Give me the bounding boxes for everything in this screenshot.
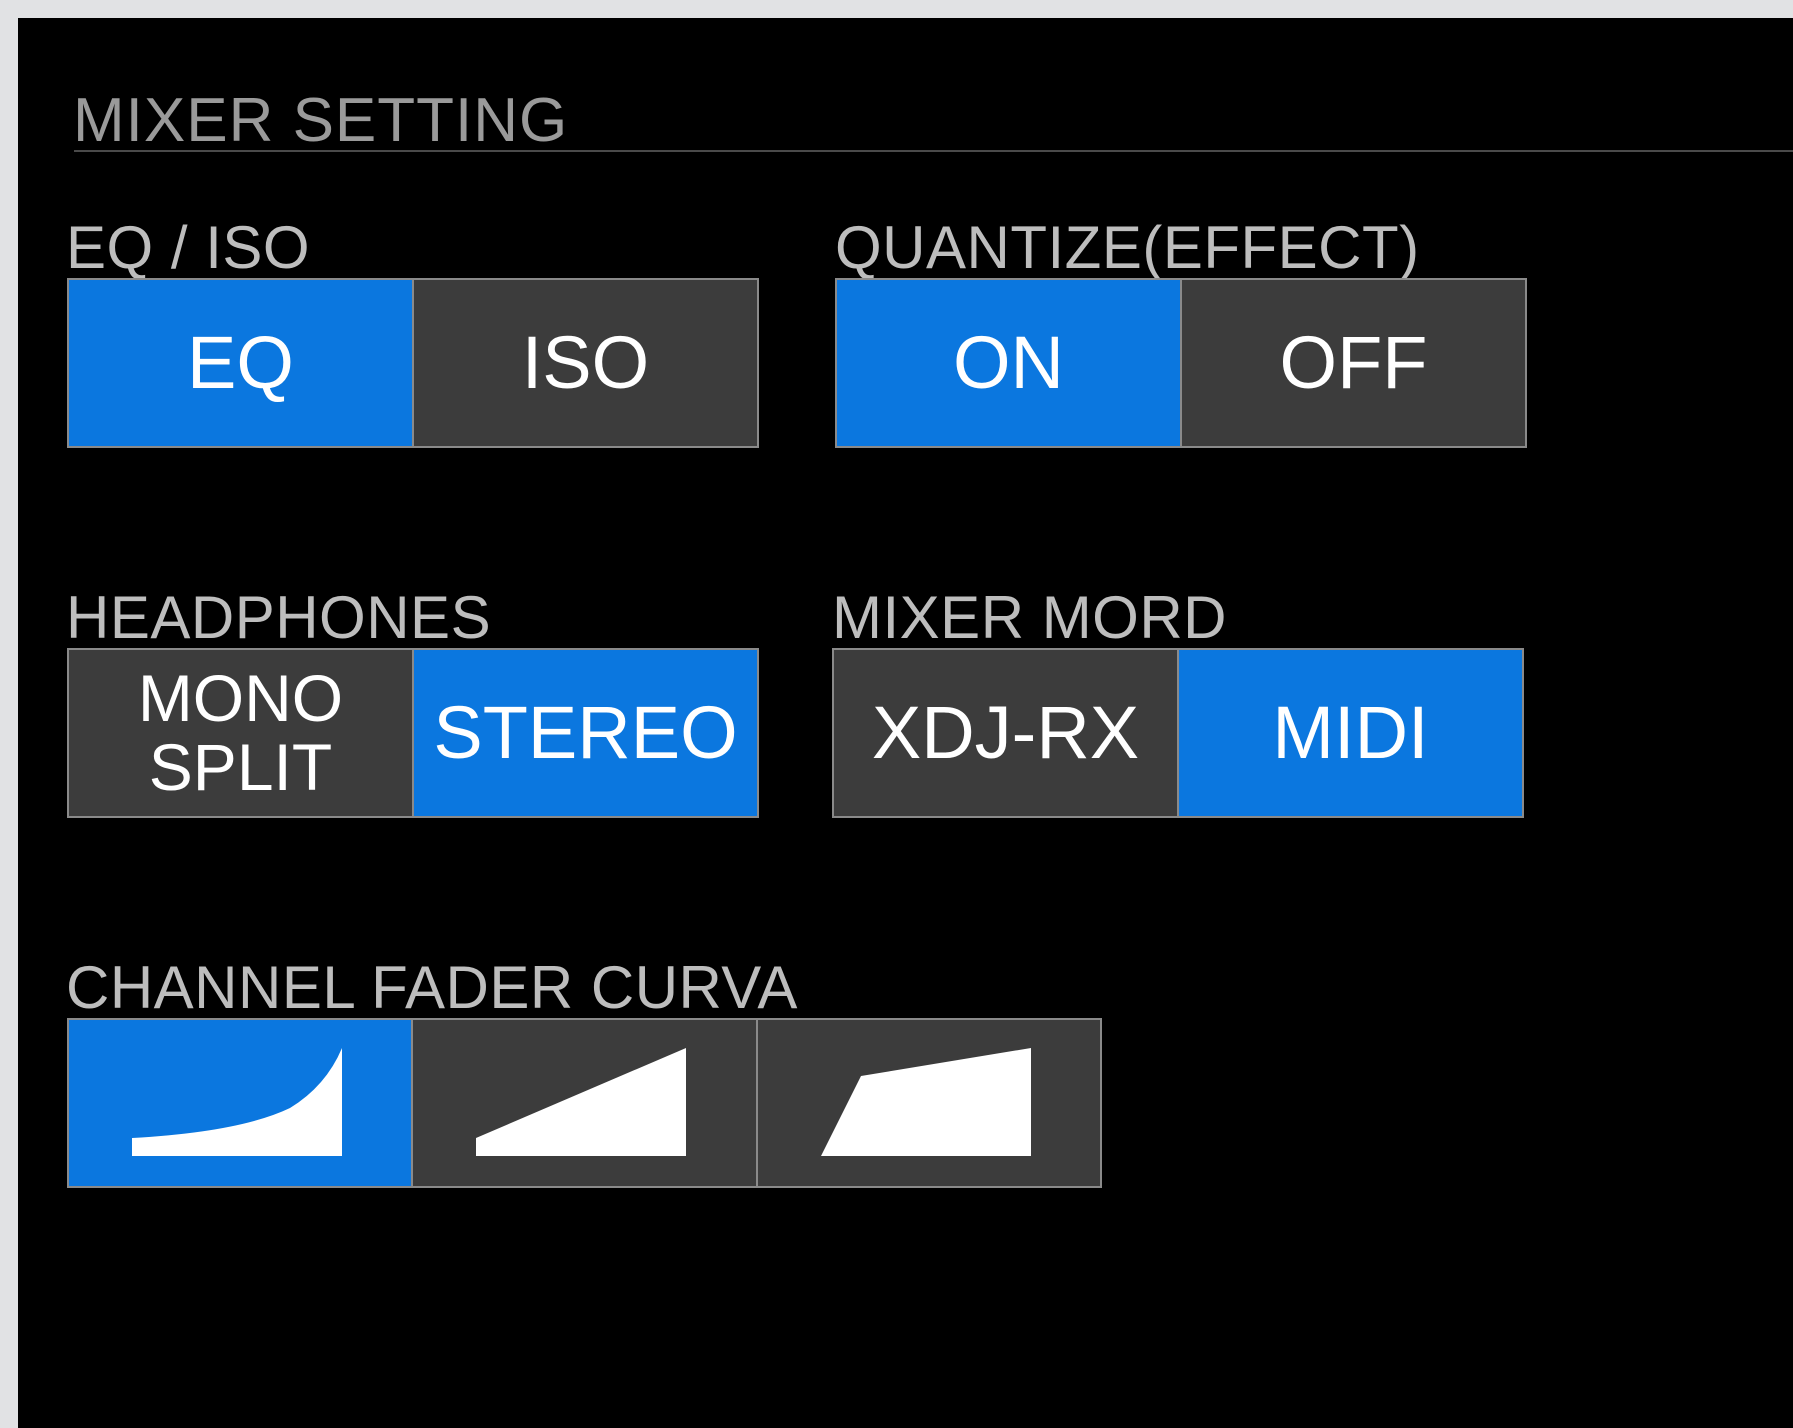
quantize-toggle: ON OFF [835, 278, 1527, 448]
mixer-mode-toggle: XDJ-RX MIDI [832, 648, 1524, 818]
section-divider [74, 150, 1793, 152]
quantize-on-label: ON [953, 321, 1064, 404]
stereo-button[interactable]: STEREO [414, 650, 757, 816]
fast-cut-curve-icon [132, 1047, 343, 1156]
midi-button-label: MIDI [1272, 691, 1429, 774]
midi-button[interactable]: MIDI [1179, 650, 1522, 816]
fader-curve-linear-button[interactable] [413, 1020, 756, 1186]
iso-button-label: ISO [521, 321, 650, 404]
quantize-on-button[interactable]: ON [837, 280, 1180, 446]
xdj-rx-button[interactable]: XDJ-RX [834, 650, 1177, 816]
headphones-label: HEADPHONES [66, 584, 492, 651]
slow-cut-curve-icon [820, 1047, 1031, 1156]
iso-button[interactable]: ISO [414, 280, 757, 446]
mixer-setting-panel: MIXER SETTING EQ / ISO EQ ISO QUANTIZE(E… [18, 18, 1793, 1428]
xdj-rx-button-label: XDJ-RX [871, 691, 1140, 774]
stereo-button-label: STEREO [433, 691, 738, 774]
fader-curve-label: CHANNEL FADER CURVA [66, 954, 798, 1021]
quantize-label: QUANTIZE(EFFECT) [835, 214, 1420, 281]
mono-split-line1: MONO [137, 660, 344, 735]
headphones-toggle: MONO SPLIT STEREO [67, 648, 759, 818]
quantize-off-button[interactable]: OFF [1182, 280, 1525, 446]
eq-iso-toggle: EQ ISO [67, 278, 759, 448]
eq-button-label: EQ [187, 321, 294, 404]
mixer-mode-label: MIXER MORD [832, 584, 1227, 651]
mono-split-label: MONO SPLIT [137, 660, 344, 804]
fader-curve-selector [67, 1018, 1102, 1188]
fader-curve-slow-button[interactable] [757, 1020, 1100, 1186]
linear-curve-icon [476, 1047, 687, 1156]
mono-split-line2: SPLIT [148, 730, 333, 804]
section-title: MIXER SETTING [73, 86, 569, 155]
quantize-off-label: OFF [1279, 321, 1428, 404]
mono-split-button[interactable]: MONO SPLIT [69, 650, 412, 816]
fader-curve-fast-button[interactable] [69, 1020, 412, 1186]
eq-iso-label: EQ / ISO [66, 214, 311, 281]
eq-button[interactable]: EQ [69, 280, 412, 446]
